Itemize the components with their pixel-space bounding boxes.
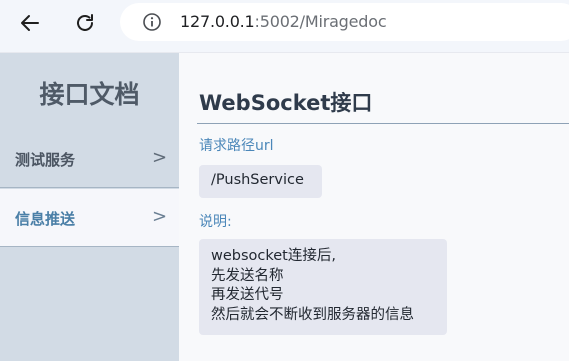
address-bar[interactable]: 127.0.0.1:5002/Miragedoc — [120, 3, 569, 41]
url-text[interactable]: 127.0.0.1:5002/Miragedoc — [180, 12, 387, 31]
sidebar-item-label: 测试服务 — [15, 151, 76, 169]
sidebar-item-label: 信息推送 — [15, 210, 76, 228]
browser-toolbar: 127.0.0.1:5002/Miragedoc — [0, 0, 569, 53]
sidebar-item-test-service[interactable]: 测试服务 > — [0, 130, 179, 188]
path-label: 请求路径url — [199, 138, 274, 154]
sidebar-item-push[interactable]: 信息推送 > — [0, 189, 179, 247]
description-line: 再发送代号 — [211, 287, 284, 303]
arrow-left-icon — [21, 15, 39, 31]
sidebar: 接口文档 测试服务 > 信息推送 > — [0, 53, 179, 361]
url-path: :5002/Miragedoc — [254, 12, 387, 31]
description-line: 先发送名称 — [211, 267, 284, 284]
chevron-right-icon: > — [152, 147, 168, 168]
reload-button[interactable] — [70, 8, 100, 38]
description-label: 说明: — [199, 214, 232, 230]
info-circle-icon[interactable] — [142, 12, 162, 32]
back-button[interactable] — [15, 8, 45, 38]
title-divider — [197, 123, 569, 124]
url-host: 127.0.0.1 — [180, 12, 255, 31]
description-box: websocket连接后, 先发送名称 再发送代号 然后就会不断收到服务器的信息 — [199, 239, 447, 335]
path-value: /PushService — [199, 165, 322, 198]
description-line: websocket连接后, — [211, 248, 336, 264]
chevron-right-icon: > — [152, 206, 168, 227]
reload-icon — [77, 14, 93, 31]
main-content: WebSocket接口 请求路径url /PushService 说明: web… — [179, 53, 569, 361]
page-title: WebSocket接口 — [199, 91, 373, 115]
sidebar-title: 接口文档 — [39, 80, 140, 109]
description-line: 然后就会不断收到服务器的信息 — [211, 306, 414, 323]
